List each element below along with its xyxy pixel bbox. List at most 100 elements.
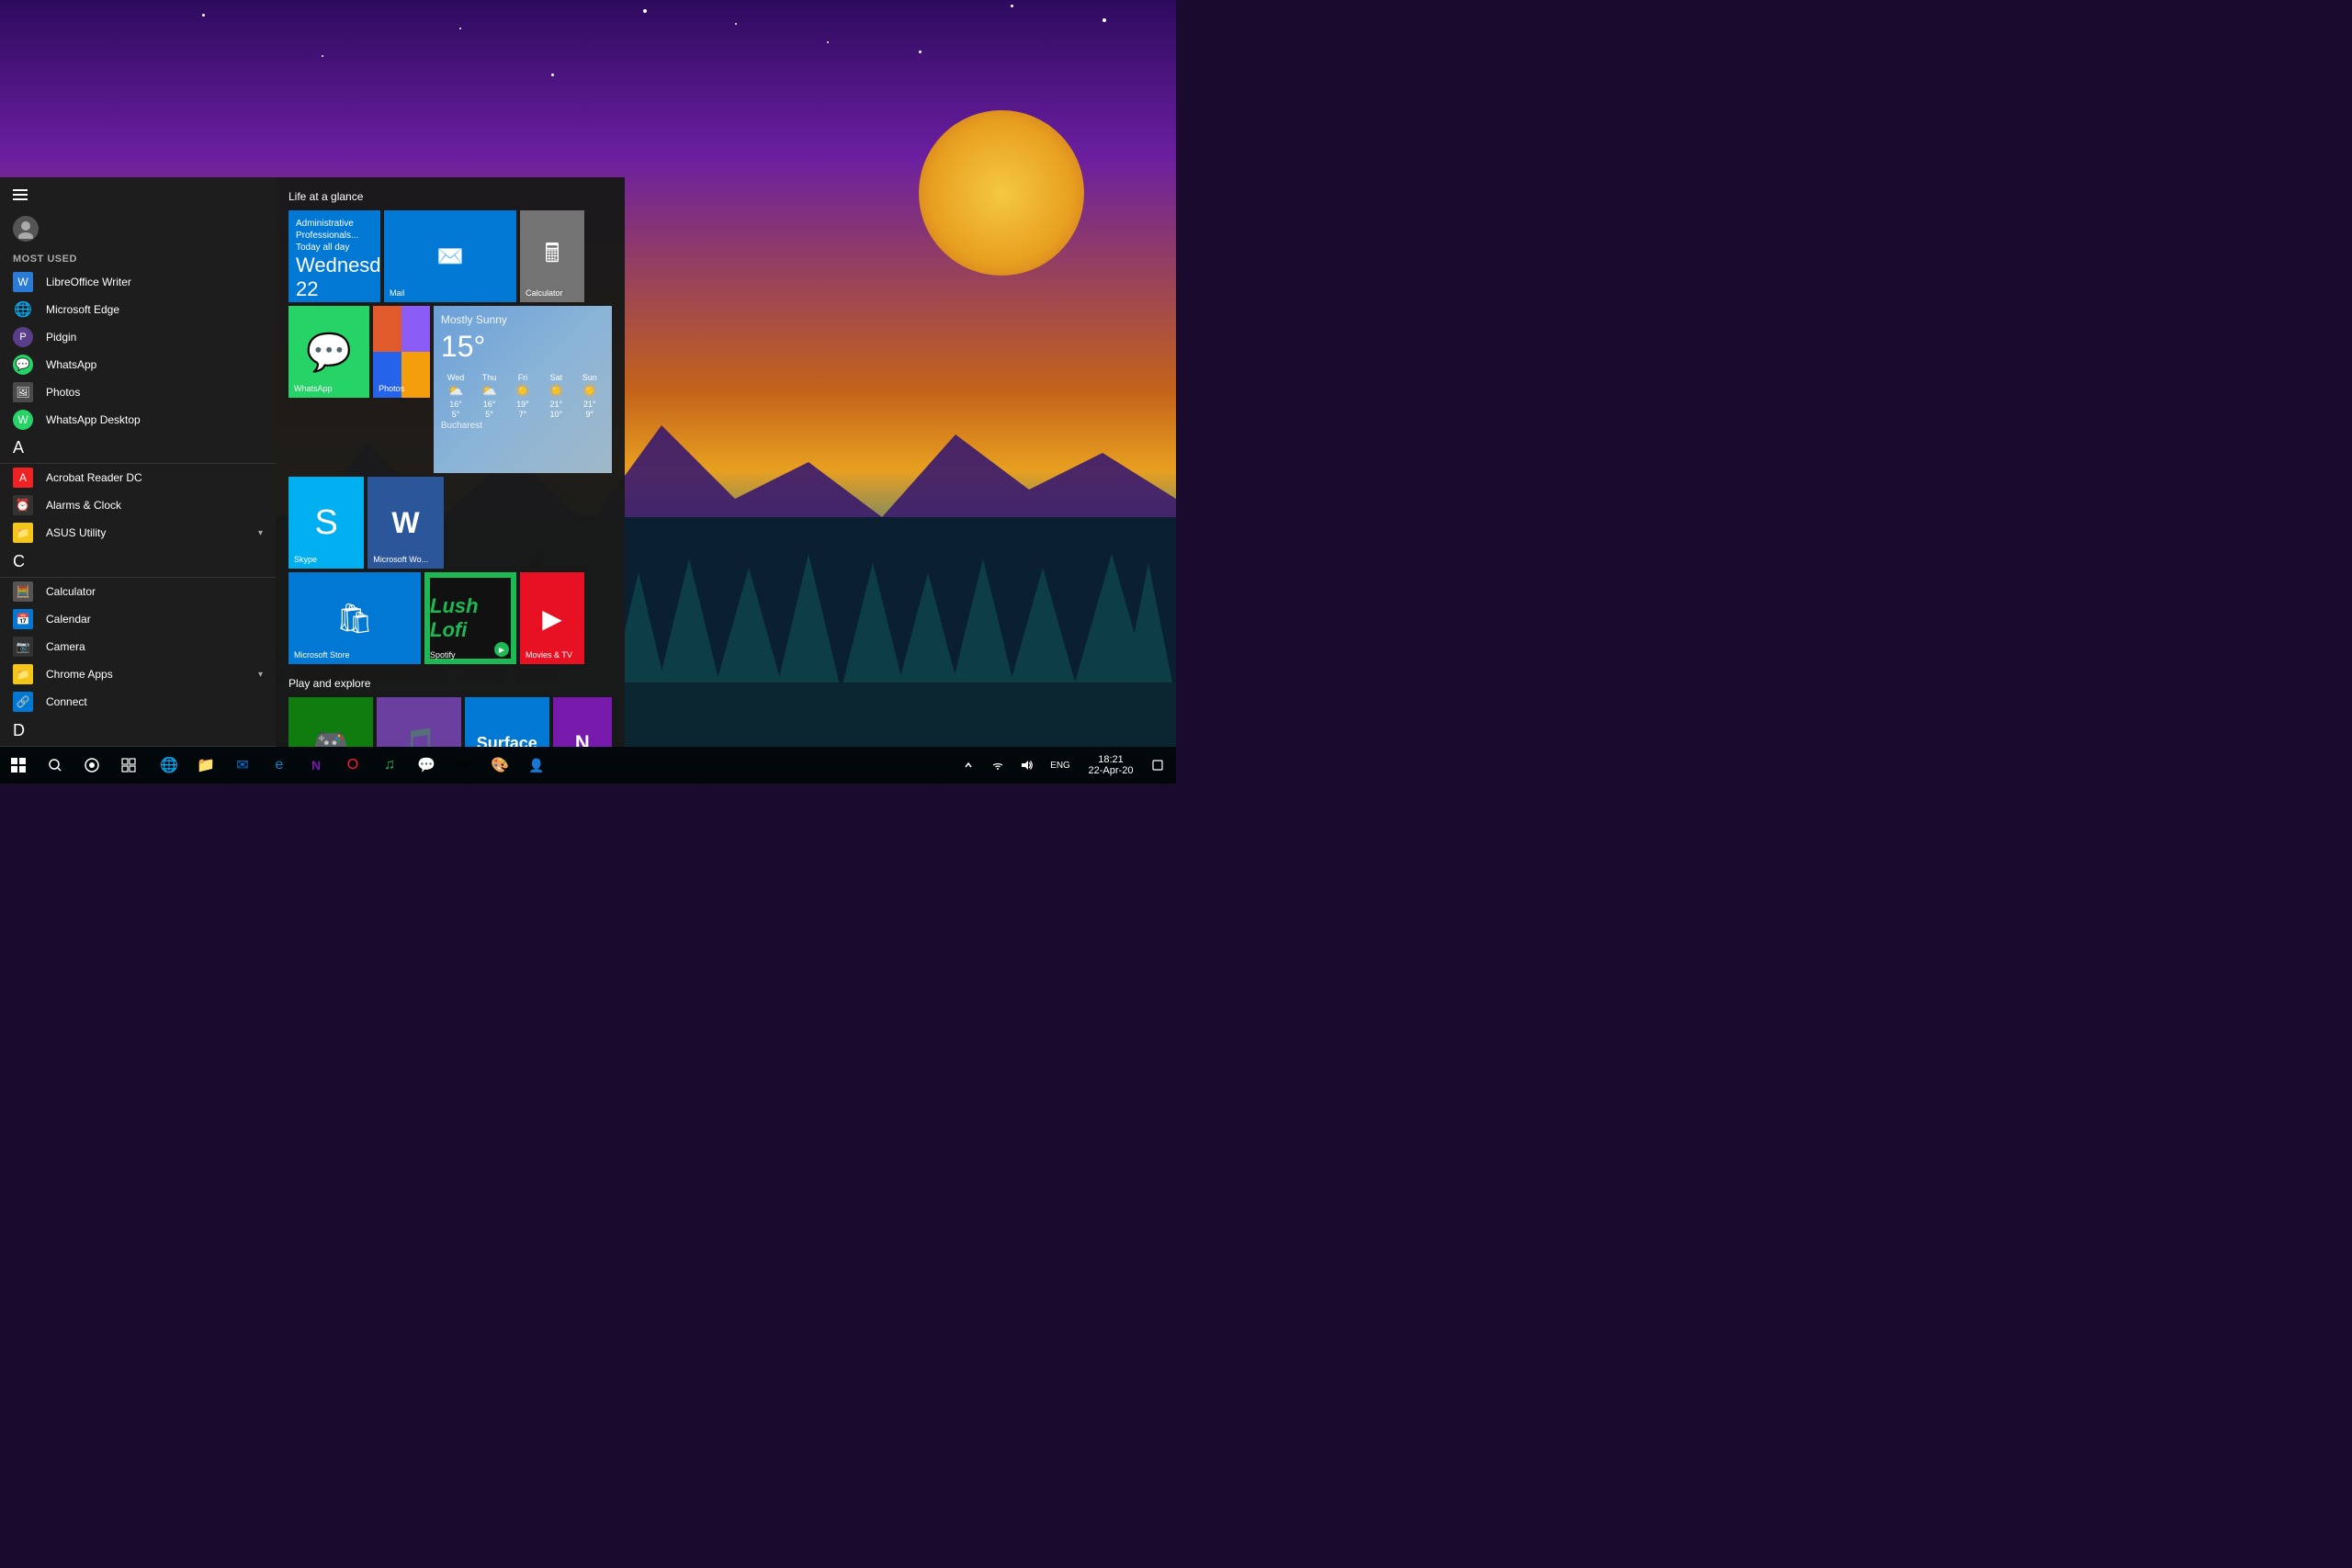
calculator-icon: 🖩 (545, 234, 560, 278)
weather-forecast: Wed ⛅ 16° 5° Thu ⛅ 16° 5° Fri ☀️ 19° (441, 373, 605, 419)
tile-xbox[interactable]: 🎮 Xbox Console... (288, 697, 373, 747)
app-alarms[interactable]: ⏰ Alarms & Clock (0, 491, 276, 519)
weather-day-label: Sat (550, 373, 563, 382)
app-icon-whatsapp-desktop: W (13, 410, 33, 430)
explorer-icon: 📁 (197, 756, 215, 774)
weather-icon-fri: ☀️ (514, 383, 530, 399)
user-profile-button[interactable] (0, 211, 276, 245)
tile-mail[interactable]: ✉️ Mail (384, 210, 516, 302)
network-icon[interactable] (983, 747, 1012, 784)
tile-weather[interactable]: Mostly Sunny 15° Wed ⛅ 16° 5° Thu ⛅ 16° … (434, 306, 612, 473)
app-icon-calculator: 🧮 (13, 581, 33, 602)
tile-calculator[interactable]: 🖩 Calculator (520, 210, 584, 302)
language-indicator[interactable]: ENG (1042, 747, 1079, 784)
app-label: WhatsApp (46, 358, 96, 371)
xbox-icon: 🎮 (312, 726, 349, 747)
app-label: Chrome Apps (46, 668, 113, 681)
search-button[interactable] (37, 747, 74, 784)
app-connect[interactable]: 🔗 Connect (0, 688, 276, 716)
app-acrobat[interactable]: A Acrobat Reader DC (0, 464, 276, 491)
task-view-button[interactable] (110, 747, 147, 784)
weather-day-label: Wed (447, 373, 464, 382)
app-calendar[interactable]: 📅 Calendar (0, 605, 276, 633)
weather-high-sun: 21° (583, 400, 596, 409)
weather-low-sat: 10° (550, 410, 563, 419)
tile-word-label: Microsoft Wo... (373, 556, 428, 565)
weather-day-label: Sun (582, 373, 597, 382)
windows-icon (11, 758, 26, 773)
app-photos[interactable]: 🖼 Photos (0, 378, 276, 406)
cortana-icon (85, 758, 99, 773)
weather-day-label: Fri (518, 373, 528, 382)
taskbar-mail[interactable]: ✉ (224, 747, 261, 784)
taskbar-edge2[interactable]: e (261, 747, 298, 784)
taskbar-spotify[interactable]: ♫ (371, 747, 408, 784)
volume-icon[interactable] (1012, 747, 1042, 784)
taskbar-profile[interactable]: 👤 (518, 747, 555, 784)
taskbar-onenote[interactable]: N (298, 747, 334, 784)
cortana-button[interactable] (74, 747, 110, 784)
weather-sun: Sun ☀️ 21° 9° (575, 373, 605, 419)
tile-spotify-label: Spotify (430, 651, 456, 660)
tile-word[interactable]: W Microsoft Wo... (368, 477, 443, 569)
app-edge[interactable]: 🌐 Microsoft Edge (0, 296, 276, 323)
movies-icon: ▶ (542, 604, 562, 634)
calendar-event-text: Administrative Professionals... (296, 218, 373, 242)
tile-movies[interactable]: ▶ Movies & TV (520, 572, 584, 664)
app-chrome-apps[interactable]: 📁 Chrome Apps ▾ (0, 660, 276, 688)
taskbar-edge[interactable]: 🌐 (151, 747, 187, 784)
sun-decoration (919, 110, 1084, 276)
tile-surface[interactable]: Surface Surface (465, 697, 549, 747)
taskbar-paint[interactable]: 🎨 (481, 747, 518, 784)
weather-high-sat: 21° (550, 400, 563, 409)
opera-icon: O (347, 757, 358, 773)
tile-skype[interactable]: S Skype (288, 477, 364, 569)
weather-condition: Mostly Sunny (441, 313, 605, 326)
tile-whatsapp[interactable]: 💬 WhatsApp (288, 306, 369, 398)
photos-cell-4 (401, 352, 430, 398)
wifi-icon (991, 760, 1004, 771)
start-button[interactable] (0, 747, 37, 784)
app-icon-asus: 📁 (13, 523, 33, 543)
weather-day-label: Thu (482, 373, 497, 382)
taskbar-apps: 🌐 📁 ✉ e N O ♫ 💬 ✂ (147, 747, 950, 784)
app-icon-calendar: 📅 (13, 609, 33, 629)
notification-icon[interactable] (1143, 747, 1172, 784)
tile-photos[interactable]: Photos (373, 306, 430, 398)
clock-time: 18:21 (1098, 754, 1124, 765)
store-icon: 🛍 (336, 601, 374, 636)
photos-cell-2 (401, 306, 430, 352)
app-asus[interactable]: 📁 ASUS Utility ▾ (0, 519, 276, 547)
weather-icon-wed: ⛅ (447, 383, 463, 399)
tile-store[interactable]: 🛍 Microsoft Store (288, 572, 421, 664)
expand-icon: ▾ (258, 528, 263, 538)
weather-icon-sat: ☀️ (548, 383, 564, 399)
clock[interactable]: 18:21 22-Apr-20 (1079, 747, 1143, 784)
paint-icon: 🎨 (491, 756, 509, 774)
app-camera[interactable]: 📷 Camera (0, 633, 276, 660)
chevron-up-icon[interactable] (954, 747, 983, 784)
app-pidgin[interactable]: P Pidgin (0, 323, 276, 351)
tile-spotify[interactable]: Lush Lofi ▶ Spotify (424, 572, 516, 664)
photos-cell-1 (373, 306, 401, 352)
edge2-icon: e (276, 757, 284, 773)
section-d: D (0, 716, 276, 747)
taskbar-opera[interactable]: O (334, 747, 371, 784)
app-whatsapp[interactable]: 💬 WhatsApp (0, 351, 276, 378)
taskbar-snip[interactable]: ✂ (445, 747, 481, 784)
app-libreoffice[interactable]: W LibreOffice Writer (0, 268, 276, 296)
whatsapp-taskbar-icon: 💬 (417, 756, 435, 774)
tile-calendar[interactable]: Administrative Professionals... Today al… (288, 210, 380, 302)
tile-photos-label: Photos (379, 385, 404, 394)
tile-onenote[interactable]: N OneNote (553, 697, 612, 747)
taskbar-whatsapp[interactable]: 💬 (408, 747, 445, 784)
tile-calc-label: Calculator (526, 289, 563, 299)
tile-movies-label: Movies & TV (526, 651, 572, 660)
tile-groove[interactable]: 🎵 Groove Music (377, 697, 461, 747)
app-whatsapp-desktop[interactable]: W WhatsApp Desktop (0, 406, 276, 434)
taskbar-explorer[interactable]: 📁 (187, 747, 224, 784)
task-view-icon (121, 758, 136, 773)
weather-icon-thu: ⛅ (481, 383, 497, 399)
app-calculator[interactable]: 🧮 Calculator (0, 578, 276, 605)
hamburger-button[interactable] (0, 177, 276, 211)
